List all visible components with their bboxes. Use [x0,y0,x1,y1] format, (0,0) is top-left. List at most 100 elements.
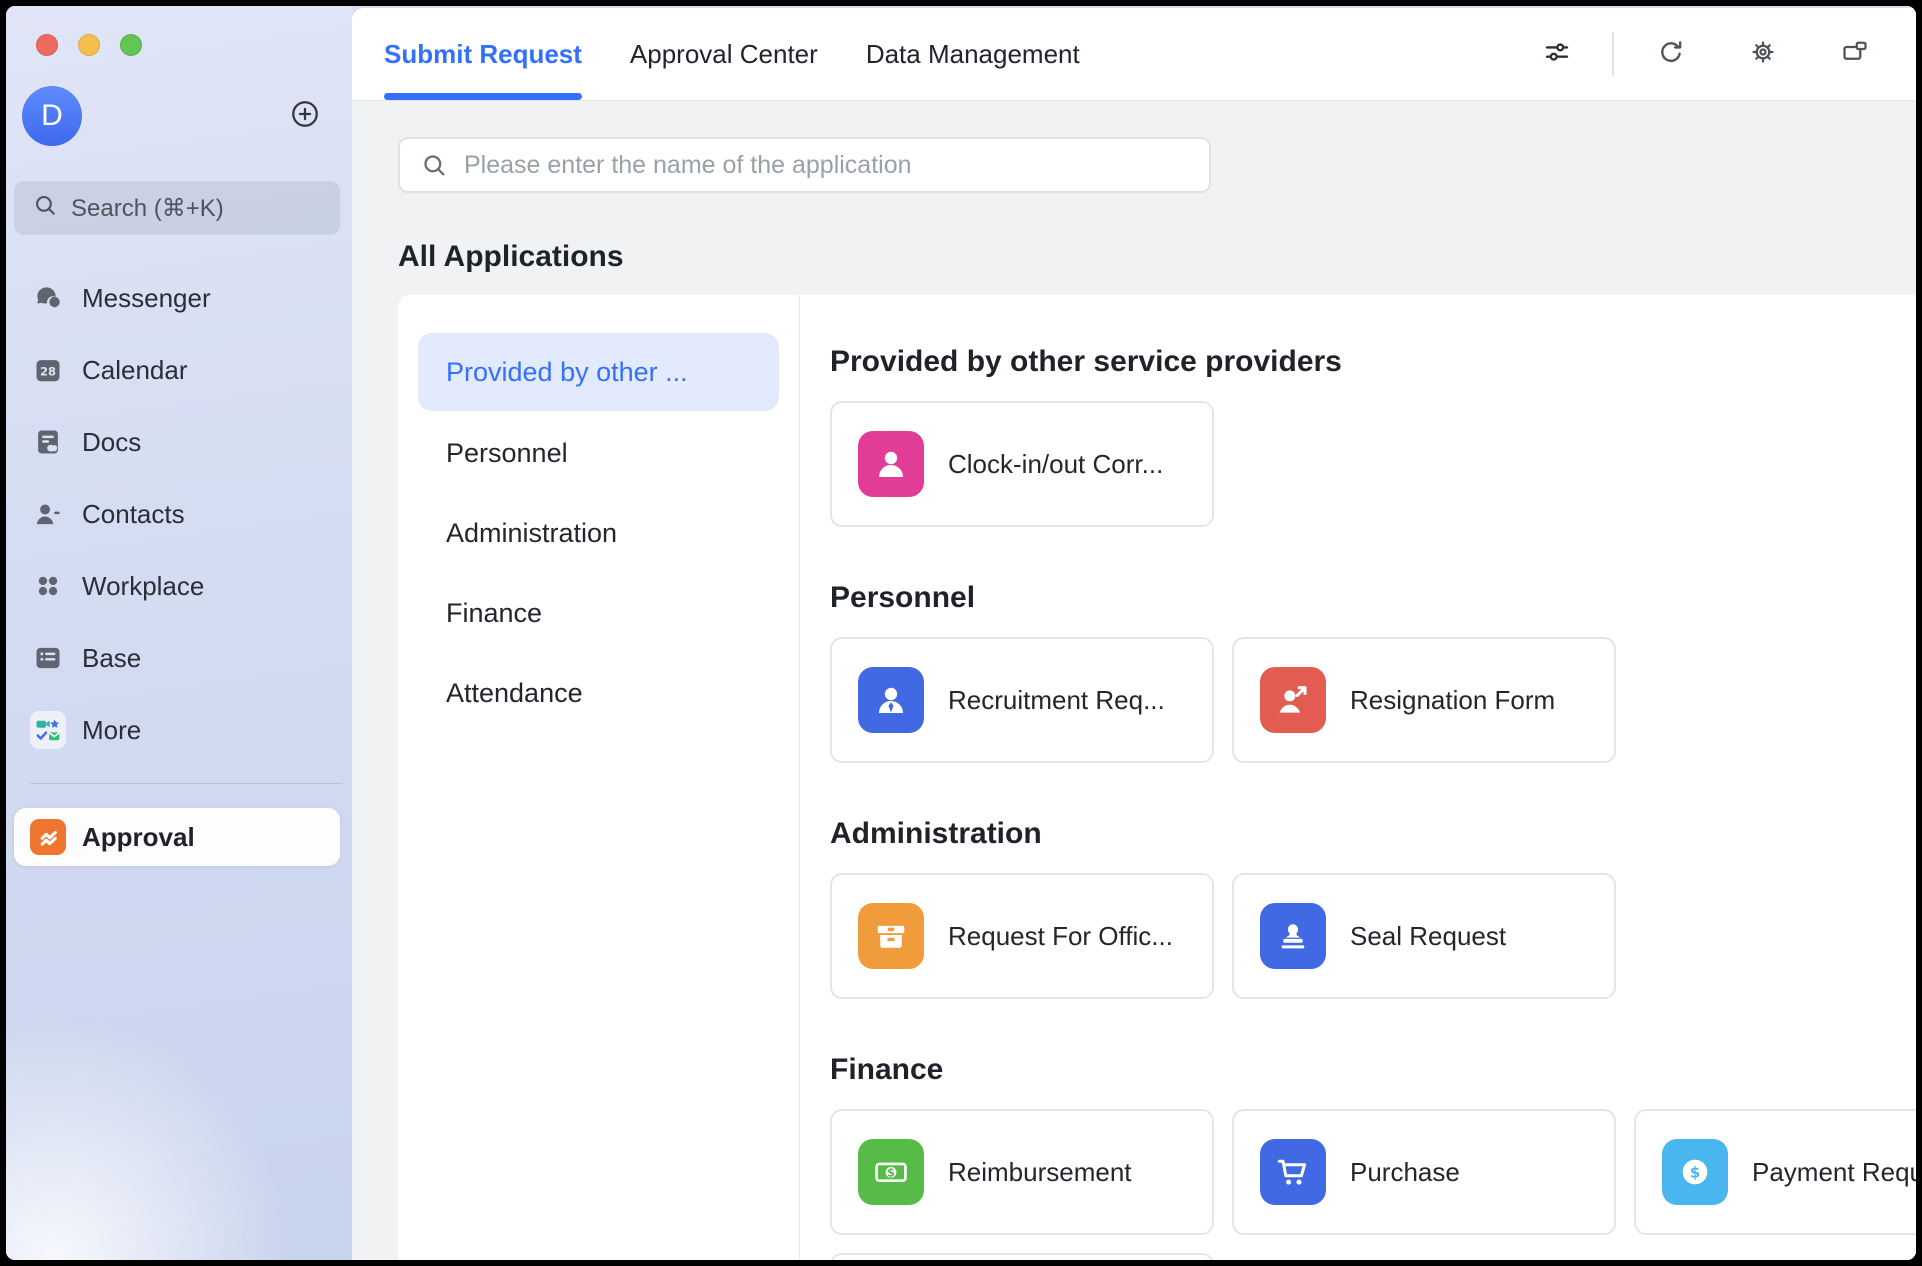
settings-gear-icon [1748,37,1778,72]
section-personnel: PersonnelRecruitment Req...Resignation F… [830,579,1916,763]
sidebar-divider [30,783,342,784]
app-card-label: Recruitment Req... [948,685,1165,716]
dollar-bill-icon: $ [858,1139,924,1205]
app-card-label: Payment Request [1752,1157,1916,1188]
category-item-attendance[interactable]: Attendance [398,653,799,733]
refresh-icon [1656,37,1686,72]
sidebar-item-workplace[interactable]: Workplace [6,550,352,622]
sidebar-item-docs[interactable]: Docs [6,406,352,478]
section-heading: Provided by other service providers [830,343,1916,381]
svg-text:28: 28 [40,365,56,379]
toolbar-divider [1612,32,1614,76]
card-row: Recruitment Req... Resignation Form [830,637,1916,763]
search-icon [420,151,448,179]
sidebar-item-approval[interactable]: Approval [14,808,340,866]
sidebar-item-label: Calendar [82,355,188,386]
sidebar-item-base[interactable]: Base [6,622,352,694]
avatar[interactable]: D [22,86,82,146]
add-button[interactable] [288,99,322,133]
messenger-icon [30,282,66,314]
refresh-button[interactable] [1654,37,1688,71]
person-leave-icon [1260,667,1326,733]
base-icon [30,642,66,674]
tab-submit-request[interactable]: Submit Request [384,8,582,100]
filter-button[interactable] [1540,37,1574,71]
sidebar-item-label: Base [82,643,141,674]
docs-icon [30,426,66,458]
search-shortcut-label: Search (⌘+K) [71,194,224,223]
main-area: Submit Request Approval Center Data Manage… [352,6,1916,1260]
tab-bar: Submit Request Approval Center Data Manage… [384,8,1080,100]
sidebar-item-label: Workplace [82,571,204,602]
category-item-provided-by-other[interactable]: Provided by other ... [418,333,779,411]
app-card-seal-request[interactable]: Seal Request [1232,873,1616,999]
page-title: All Applications [398,239,1916,275]
sidebar-item-messenger[interactable]: Messenger [6,262,352,334]
app-card-label: Seal Request [1350,921,1506,952]
category-item-administration[interactable]: Administration [398,493,799,573]
card-row: Request For Offic... Seal Request [830,873,1916,999]
svg-text:$: $ [1690,1163,1700,1181]
person-tie-icon [858,667,924,733]
calendar-icon: 28 [30,354,66,386]
app-search-input[interactable] [462,150,1186,181]
person-icon [858,431,924,497]
sidebar-nav: Messenger 28 Calendar Docs Contacts Workplace… [6,262,352,766]
app-window: D Search (⌘+K) Messenger 28 Calendar Docs Co… [6,6,1916,1260]
sidebar-item-label: Approval [82,822,195,853]
card-row [830,1253,1916,1260]
app-search-box [398,137,1211,193]
section-provided-by-other-service-providers: Provided by other service providers Clock… [830,343,1916,527]
app-card-request-for-offic[interactable]: Request For Offic... [830,873,1214,999]
applications-panel: Provided by other ...PersonnelAdministra… [398,295,1916,1260]
cart-icon [1260,1139,1326,1205]
svg-text:$: $ [887,1166,895,1179]
filter-sliders-icon [1542,37,1572,72]
contacts-icon [30,498,66,530]
approval-icon [30,819,66,855]
section-heading: Administration [830,815,1916,853]
dollar-coin-icon: $ [1662,1139,1728,1205]
sidebar-item-calendar[interactable]: 28 Calendar [6,334,352,406]
popout-button[interactable] [1838,37,1872,71]
card-row: $ Reimbursement Purchase $ Payment Request [830,1109,1916,1235]
tab-data-management[interactable]: Data Management [866,8,1080,100]
category-list: Provided by other ...PersonnelAdministra… [398,295,800,1260]
minimize-window-button[interactable] [78,34,100,56]
sidebar-item-contacts[interactable]: Contacts [6,478,352,550]
app-card-payment-request[interactable]: $ Payment Request [1634,1109,1916,1235]
category-item-finance[interactable]: Finance [398,573,799,653]
tab-approval-center[interactable]: Approval Center [630,8,818,100]
section-heading: Finance [830,1051,1916,1089]
content: All Applications Provided by other ...Pe… [352,101,1916,1260]
app-card-label: Resignation Form [1350,685,1555,716]
toolbar-actions [1540,32,1872,76]
app-card-reimbursement[interactable]: $ Reimbursement [830,1109,1214,1235]
sidebar: D Search (⌘+K) Messenger 28 Calendar Docs Co… [6,6,352,1260]
settings-button[interactable] [1746,37,1780,71]
window-controls [6,6,352,56]
app-card-purchase[interactable]: Purchase [1232,1109,1616,1235]
app-card-resignation-form[interactable]: Resignation Form [1232,637,1616,763]
applications-area: Provided by other service providers Clock… [800,295,1916,1260]
sidebar-item-label: Messenger [82,283,211,314]
card-row: Clock-in/out Corr... [830,401,1916,527]
supplies-box-icon [858,903,924,969]
category-item-personnel[interactable]: Personnel [398,413,799,493]
section-finance: Finance $ Reimbursement Purchase $ Payment Re… [830,1051,1916,1260]
app-card-label: Clock-in/out Corr... [948,449,1163,480]
section-administration: Administration Request For Offic... Seal R… [830,815,1916,999]
search-input[interactable]: Search (⌘+K) [14,181,340,235]
sidebar-item-label: More [82,715,141,746]
sidebar-item-more[interactable]: More [6,694,352,766]
app-card-recruitment-req[interactable]: Recruitment Req... [830,637,1214,763]
zoom-window-button[interactable] [120,34,142,56]
app-card-label: Purchase [1350,1157,1460,1188]
stamp-icon [1260,903,1326,969]
app-card-clock-in-out-corr[interactable]: Clock-in/out Corr... [830,401,1214,527]
app-card-partial[interactable] [830,1253,1214,1260]
app-card-label: Reimbursement [948,1157,1132,1188]
sidebar-item-label: Contacts [82,499,185,530]
more-icon [30,711,66,749]
close-window-button[interactable] [36,34,58,56]
